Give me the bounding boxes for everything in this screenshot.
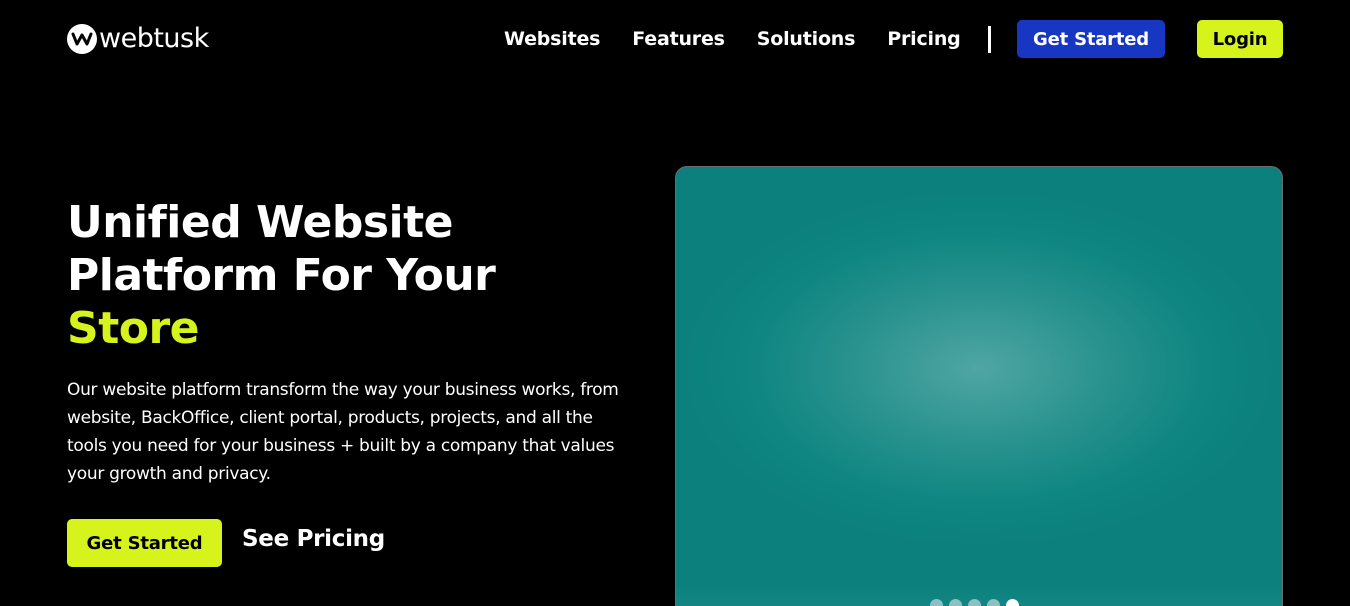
- login-button[interactable]: Login: [1197, 20, 1283, 58]
- webtusk-logo-icon: [67, 24, 97, 54]
- carousel-dots: [930, 599, 1025, 606]
- carousel-dot[interactable]: [968, 599, 981, 606]
- hero-title-line1: Unified Website: [67, 197, 453, 248]
- hero-media-panel: [675, 166, 1283, 606]
- main-nav: Websites Features Solutions Pricing Get …: [504, 20, 1283, 58]
- hero-get-started-button[interactable]: Get Started: [67, 519, 222, 567]
- hero-title: Unified Website Platform For Your Store: [67, 196, 627, 355]
- hero-title-line2: Platform For Your: [67, 250, 496, 301]
- hero-description: Our website platform transform the way y…: [67, 380, 619, 484]
- carousel-dot[interactable]: [930, 599, 943, 606]
- carousel-dot[interactable]: [987, 599, 1000, 606]
- hero-title-accent: Store: [67, 303, 200, 354]
- logo-text: webtusk: [99, 23, 209, 54]
- see-pricing-link[interactable]: See Pricing: [242, 526, 385, 552]
- nav-websites[interactable]: Websites: [504, 28, 600, 50]
- nav-pricing[interactable]: Pricing: [887, 28, 961, 50]
- webtusk-logo[interactable]: webtusk: [67, 24, 209, 54]
- get-started-nav-button[interactable]: Get Started: [1017, 20, 1165, 58]
- carousel-dot-active[interactable]: [1006, 599, 1019, 606]
- nav-solutions[interactable]: Solutions: [757, 28, 856, 50]
- carousel-dot[interactable]: [949, 599, 962, 606]
- nav-features[interactable]: Features: [632, 28, 725, 50]
- nav-divider: [988, 26, 991, 53]
